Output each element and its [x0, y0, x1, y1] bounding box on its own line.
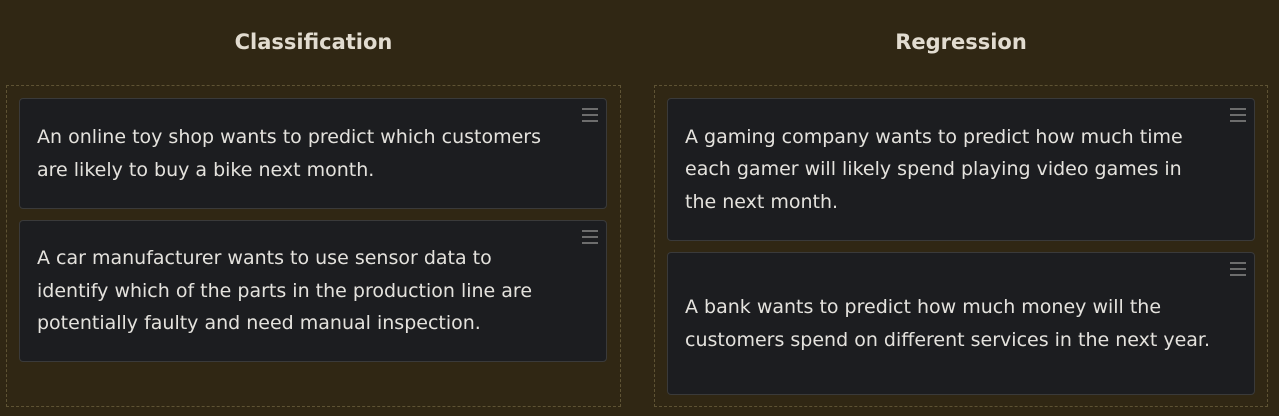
drag-handle-icon[interactable]: [1230, 108, 1246, 122]
card-text: A gaming company wants to predict how mu…: [685, 125, 1183, 213]
card-text: A car manufacturer wants to use sensor d…: [37, 247, 533, 335]
dropzone-regression[interactable]: A gaming company wants to predict how mu…: [654, 85, 1268, 407]
drag-handle-icon[interactable]: [1230, 262, 1246, 276]
draggable-card[interactable]: A bank wants to predict how much money w…: [667, 252, 1255, 395]
draggable-card[interactable]: A car manufacturer wants to use sensor d…: [19, 220, 607, 362]
dropzone-classification[interactable]: An online toy shop wants to predict whic…: [6, 85, 621, 407]
column-title-regression: Regression: [895, 30, 1027, 54]
draggable-card[interactable]: An online toy shop wants to predict whic…: [19, 98, 607, 209]
card-text: A bank wants to predict how much money w…: [685, 296, 1211, 351]
draggable-card[interactable]: A gaming company wants to predict how mu…: [667, 98, 1255, 241]
column-title-classification: Classification: [234, 30, 393, 54]
drag-handle-icon[interactable]: [582, 108, 598, 122]
drag-drop-board: Classification An online toy shop wants …: [0, 0, 1279, 416]
drag-handle-icon[interactable]: [582, 230, 598, 244]
card-text: An online toy shop wants to predict whic…: [37, 126, 542, 181]
